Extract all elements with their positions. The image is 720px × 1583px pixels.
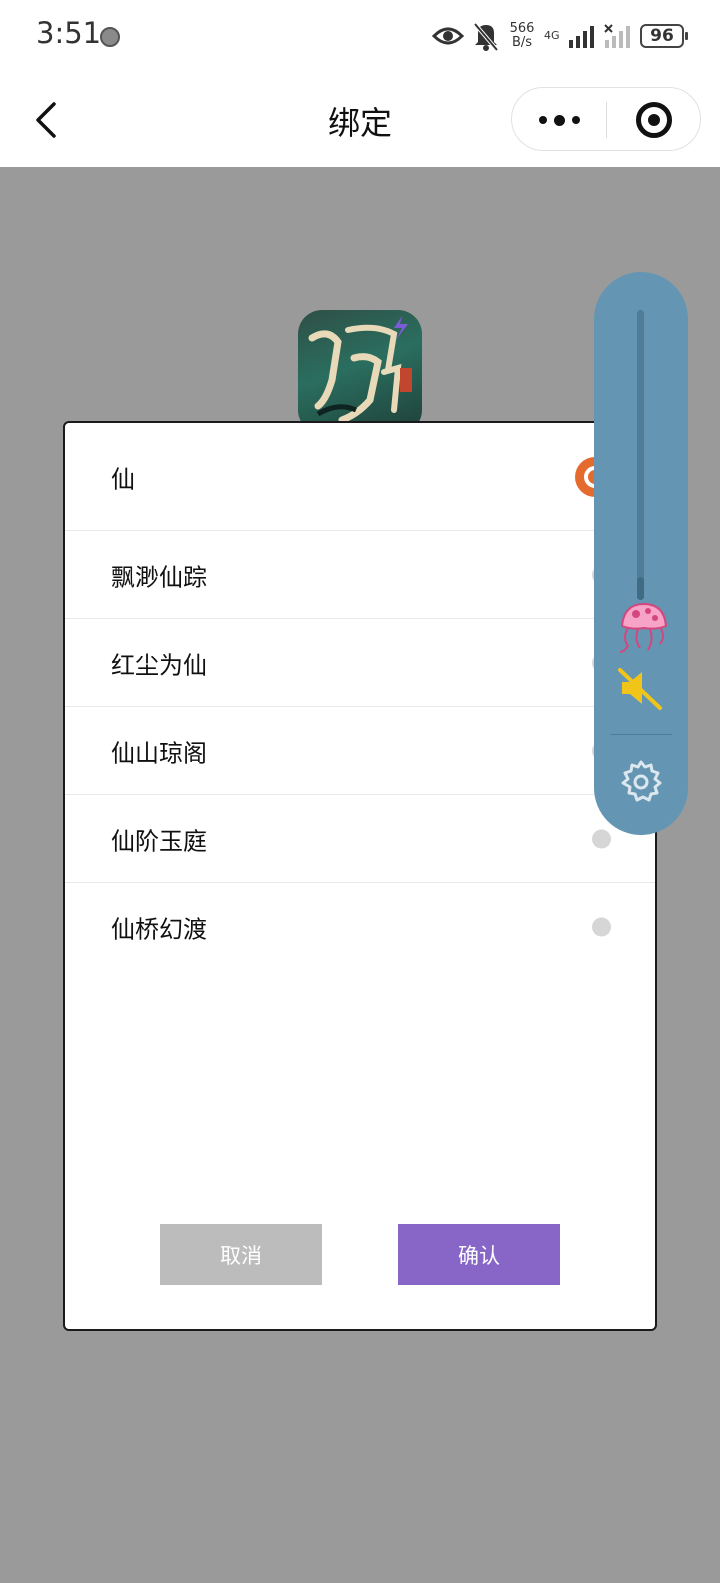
more-dot-icon: [553, 114, 565, 126]
more-dot-icon: [571, 116, 580, 124]
more-dot-icon: [538, 116, 547, 124]
status-time: 3:51: [36, 16, 102, 50]
server-name: 仙桥幻渡: [111, 915, 207, 944]
network-speed-unit: B/s: [511, 35, 533, 50]
list-item[interactable]: 飘渺仙踪: [65, 531, 655, 619]
list-item[interactable]: 仙桥幻渡: [65, 883, 655, 971]
network-speed: 566 B/s: [508, 22, 536, 50]
network-speed-value: 566: [509, 21, 535, 36]
game-logo-art: [308, 316, 412, 424]
list-item[interactable]: 仙山琼阁: [65, 707, 655, 795]
radio-icon[interactable]: [592, 829, 611, 848]
volume-slider[interactable]: [637, 310, 644, 600]
status-bar: 3:51 566 B/s 4G 96: [0, 0, 720, 72]
server-name: 仙: [111, 465, 135, 493]
signal-icon: [569, 26, 594, 48]
floating-volume-panel: [594, 272, 688, 835]
cancel-button[interactable]: 取消: [160, 1224, 322, 1285]
miniprogram-capsule: [511, 87, 701, 151]
jellyfish-slider-handle-icon[interactable]: [612, 598, 672, 658]
gear-icon[interactable]: [619, 759, 663, 803]
app-notification-icon: [100, 27, 120, 47]
server-name: 仙阶玉庭: [111, 827, 207, 855]
server-select-dialog: 仙 飘渺仙踪 红尘为仙 仙山琼阁 仙阶玉庭 仙桥幻渡 取消 确认: [63, 421, 657, 1331]
list-item[interactable]: 仙: [65, 423, 655, 531]
bell-muted-icon: [473, 22, 499, 52]
game-logo: [298, 310, 422, 434]
network-type: 4G: [544, 29, 560, 42]
signal-no-service-icon: [604, 24, 630, 48]
speaker-muted-icon[interactable]: [616, 664, 664, 712]
list-item[interactable]: 红尘为仙: [65, 619, 655, 707]
panel-divider: [610, 734, 672, 735]
server-name: 飘渺仙踪: [111, 563, 207, 591]
list-item[interactable]: 仙阶玉庭: [65, 795, 655, 883]
eye-icon: [432, 27, 464, 45]
confirm-button[interactable]: 确认: [398, 1224, 560, 1285]
battery-indicator: 96: [640, 24, 688, 48]
more-menu-button[interactable]: [512, 88, 606, 152]
status-icons: 566 B/s 4G 96: [432, 18, 688, 54]
server-name: 仙山琼阁: [111, 739, 207, 767]
target-icon: [636, 102, 672, 138]
volume-slider-fill: [637, 576, 644, 600]
radio-icon[interactable]: [592, 917, 611, 937]
close-miniprogram-button[interactable]: [607, 88, 701, 152]
server-list: 仙 飘渺仙踪 红尘为仙 仙山琼阁 仙阶玉庭 仙桥幻渡: [65, 423, 655, 971]
server-name: 红尘为仙: [111, 651, 207, 679]
nav-bar: 绑定: [0, 72, 720, 167]
